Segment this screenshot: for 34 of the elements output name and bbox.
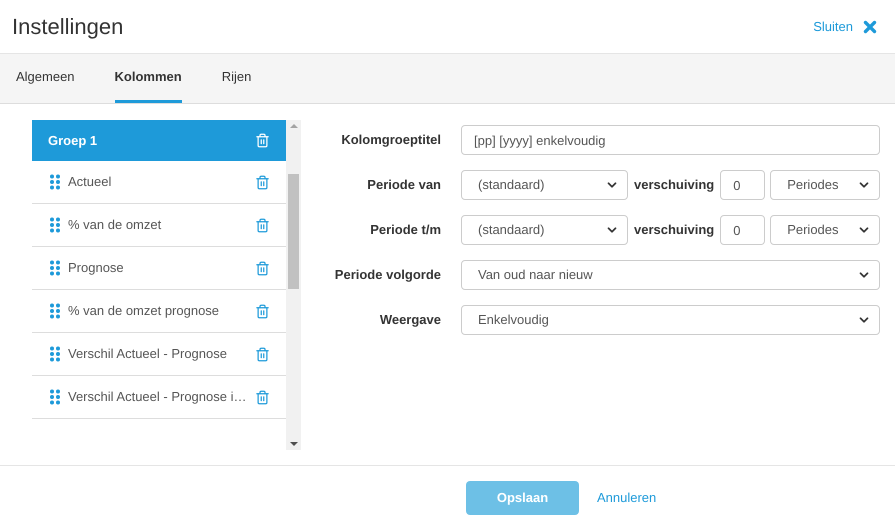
- drag-handle-icon: [50, 260, 60, 276]
- shift-label: verschuiving: [634, 221, 714, 240]
- trash-icon[interactable]: [255, 218, 270, 232]
- title-input[interactable]: [pp] [yyyy] enkelvoudig: [461, 125, 880, 155]
- unit-select[interactable]: Periodes: [770, 215, 880, 245]
- trash-icon[interactable]: [255, 174, 270, 190]
- field-label: Kolomgroeptitel: [341, 132, 441, 147]
- field-label: Periode van: [367, 177, 441, 192]
- period-select[interactable]: (standaard): [461, 170, 628, 200]
- shift-input[interactable]: 0: [720, 215, 766, 245]
- tab[interactable]: Algemeen: [16, 54, 75, 103]
- option-select[interactable]: Van oud naar nieuw: [461, 260, 880, 290]
- field-label: Periode t/m: [370, 222, 441, 237]
- field-label: Periode volgorde: [334, 267, 441, 282]
- shift-label: verschuiving: [634, 176, 714, 194]
- tab[interactable]: Rijen: [222, 54, 252, 103]
- drag-handle-icon: [50, 174, 60, 190]
- window-title: Instellingen: [12, 13, 124, 41]
- unit-select[interactable]: Periodes: [770, 170, 880, 200]
- drag-handle-icon: [50, 303, 60, 319]
- trash-icon[interactable]: [255, 260, 270, 276]
- trash-icon[interactable]: [255, 133, 270, 148]
- period-select[interactable]: (standaard): [461, 215, 628, 245]
- drag-handle-icon: [50, 346, 60, 362]
- trash-icon[interactable]: [255, 346, 270, 362]
- drag-handle-icon: [50, 217, 60, 233]
- tab[interactable]: Kolommen: [114, 54, 182, 103]
- field-label: Weergave: [380, 312, 441, 327]
- scrollbar[interactable]: [286, 120, 301, 450]
- trash-icon[interactable]: [255, 304, 270, 318]
- shift-input[interactable]: 0: [720, 170, 766, 200]
- option-select[interactable]: Enkelvoudig: [461, 305, 880, 335]
- trash-icon[interactable]: [255, 390, 270, 404]
- drag-handle-icon: [50, 389, 60, 405]
